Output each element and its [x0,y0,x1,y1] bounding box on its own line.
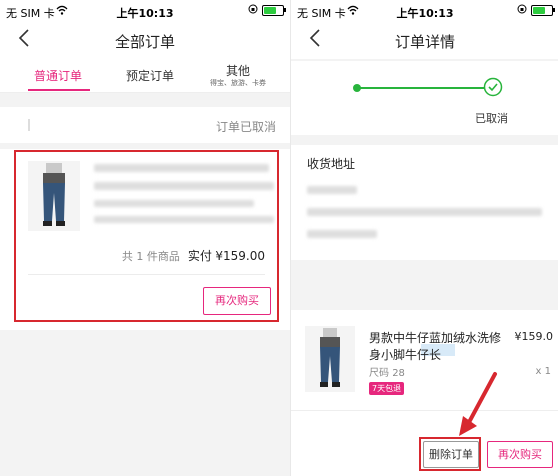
order-status-row: 订单已取消 [0,108,290,142]
tab-preorders[interactable]: 预定订单 [126,67,174,84]
pay-label: 实付 [187,249,212,263]
item-count: 共 1 件商品 [121,250,180,263]
blurred-phone [307,230,377,238]
status-bar: 无 SIM 卡 上午10:13 [0,0,290,22]
carrier-text: 无 SIM 卡 [6,7,55,20]
bottom-action-bar: 删除订单 再次购买 [291,410,558,476]
clock: 上午10:13 [396,7,454,20]
empty-background [0,330,290,476]
check-circle-icon [483,77,503,97]
section-gap [291,59,558,61]
nav-bar: 订单详情 [291,22,558,58]
blurred-product-title [94,182,274,190]
address-section-title: 收货地址 [307,157,356,171]
status-mark [28,119,30,131]
size-value: 28 [392,368,405,379]
battery-icon [262,5,286,16]
pay-amount: ¥159.00 [215,249,265,263]
order-status: 订单已取消 [215,120,276,134]
order-summary: 共 1 件商品 实付 ¥159.00 [122,247,265,264]
rotation-lock-icon [248,4,258,17]
product-size: 尺码 28 [369,364,405,379]
wifi-icon [56,5,68,18]
product-quantity: x 1 [535,366,551,377]
product-thumbnail[interactable] [305,326,355,392]
order-card[interactable]: 共 1 件商品 实付 ¥159.00 再次购买 [14,150,279,322]
nav-bar: 全部订单 [0,22,290,58]
return-policy-badge: 7天包退 [369,382,405,395]
rebuy-button[interactable]: 再次购买 [203,287,271,315]
page-title: 全部订单 [114,33,175,51]
section-gap [0,143,290,149]
order-tabs: 普通订单 预定订单 其他 得宝、旅游、卡券 [0,58,290,93]
tab-other[interactable]: 其他 [226,62,250,79]
blurred-product-spec [94,200,254,207]
status-bar: 无 SIM 卡 上午10:13 [291,0,558,22]
section-gap [291,135,558,145]
blurred-product-title [94,164,269,172]
progress-status: 已取消 [475,112,508,125]
wifi-icon [347,5,359,18]
blurred-address [307,208,542,216]
battery-icon [531,5,555,16]
tab-normal-orders[interactable]: 普通订单 [34,67,82,84]
section-gap [291,260,558,310]
size-label: 尺码 [369,368,389,379]
carrier-text: 无 SIM 卡 [297,7,346,20]
page-title: 订单详情 [394,33,455,51]
order-detail-screen: 无 SIM 卡 上午10:13 订单详情 已取消 收货地址 男款中牛仔蓝加绒水洗… [290,0,558,476]
arrow-icon [451,370,511,440]
product-price: ¥159.0 [514,330,554,343]
tab-other-subtitle: 得宝、旅游、卡券 [210,79,266,87]
section-gap [0,93,290,107]
product-thumbnail[interactable] [28,161,80,231]
rotation-lock-icon [517,4,527,17]
active-tab-indicator [28,89,90,91]
progress-line [357,87,489,89]
product-title[interactable]: 男款中牛仔蓝加绒水洗修身小脚牛仔长 [369,330,509,364]
divider [28,274,265,275]
order-list-screen: 无 SIM 卡 上午10:13 全部订单 普通订单 预定订单 其他 得宝、旅游、… [0,0,290,476]
rebuy-button[interactable]: 再次购买 [487,441,553,468]
delete-order-button[interactable]: 删除订单 [423,441,479,468]
clock: 上午10:13 [116,7,174,20]
blurred-product-spec [94,216,274,223]
blurred-recipient [307,186,357,194]
